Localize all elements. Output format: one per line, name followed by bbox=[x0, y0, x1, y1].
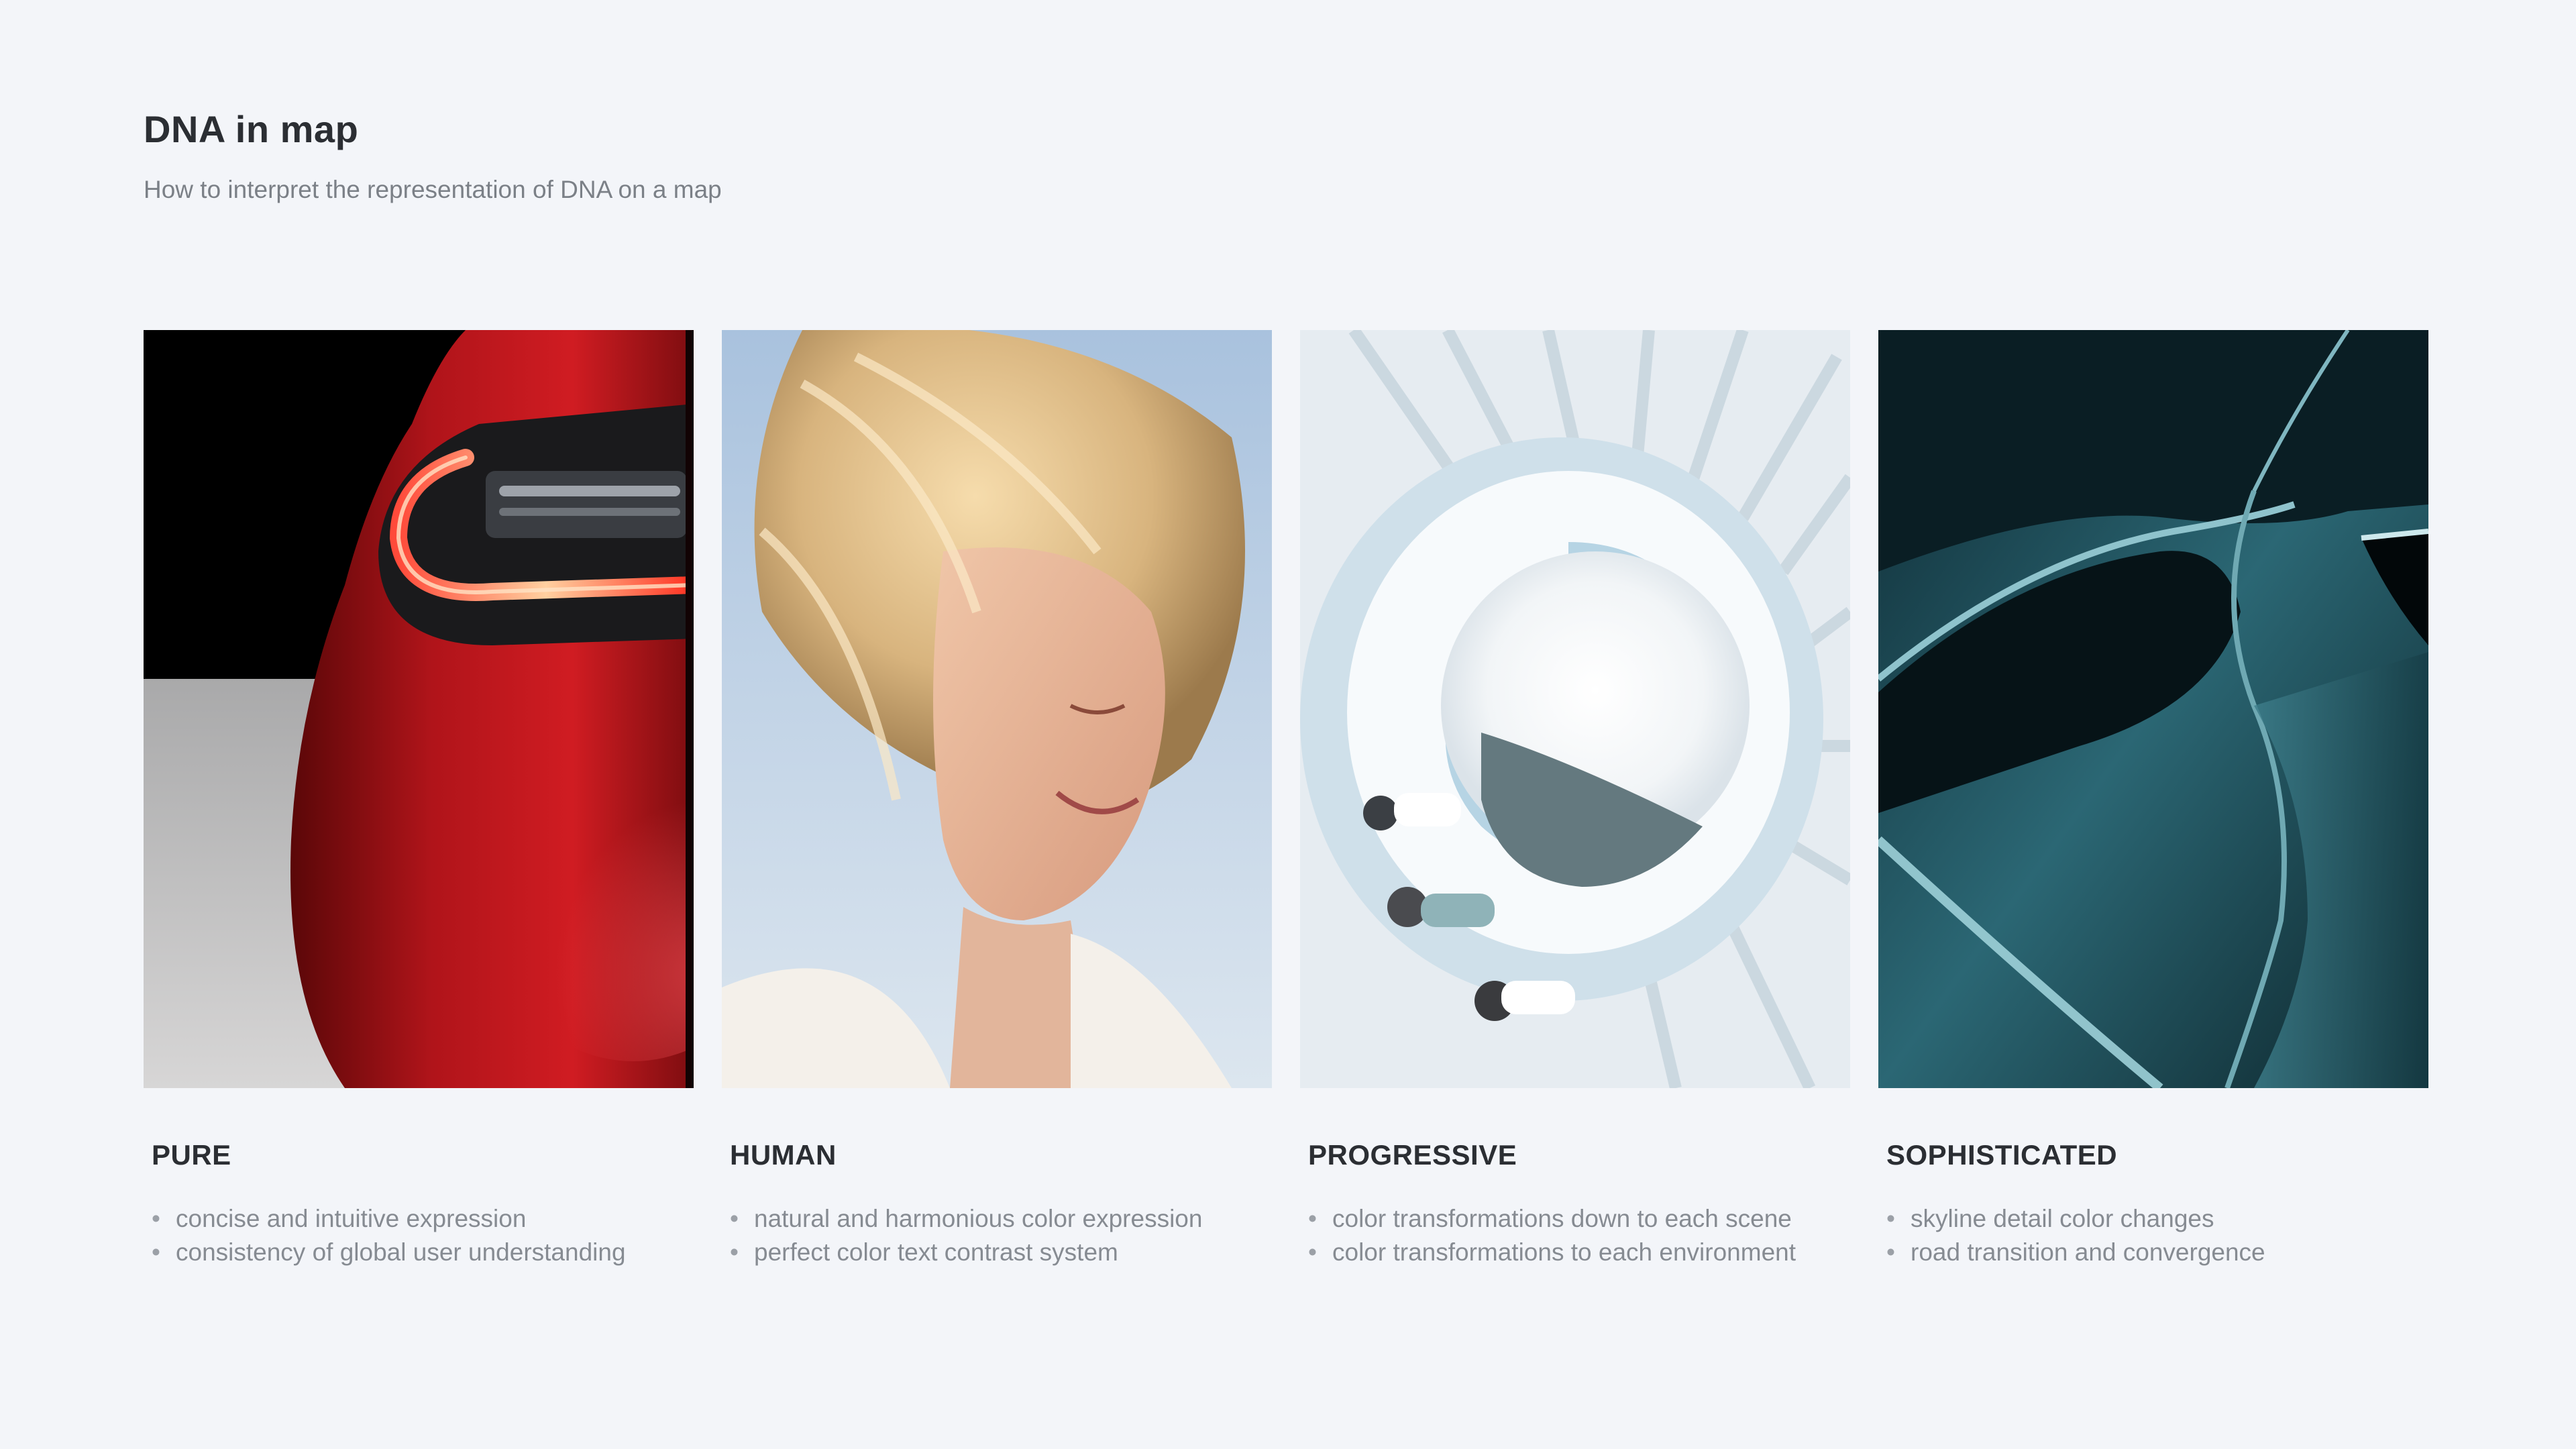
smiling-blonde-woman-photo bbox=[722, 330, 1272, 1088]
page-subtitle: How to interpret the representation of D… bbox=[144, 176, 722, 203]
card-points-progressive: color transformations down to each scene… bbox=[1308, 1202, 1885, 1269]
red-car-taillight-photo bbox=[144, 330, 694, 1088]
teal-car-body-detail-photo bbox=[1878, 330, 2428, 1088]
list-item: color transformations down to each scene bbox=[1308, 1202, 1885, 1236]
card-title-pure: PURE bbox=[152, 1139, 231, 1171]
list-item: road transition and convergence bbox=[1886, 1236, 2463, 1269]
card-pure: PURE concise and intuitive expression co… bbox=[144, 330, 694, 1269]
page-title: DNA in map bbox=[144, 108, 359, 150]
card-title-sophisticated: SOPHISTICATED bbox=[1886, 1139, 2118, 1171]
card-progressive: PROGRESSIVE color transformations down t… bbox=[1300, 330, 1850, 1269]
card-title-progressive: PROGRESSIVE bbox=[1308, 1139, 1517, 1171]
list-item: perfect color text contrast system bbox=[730, 1236, 1307, 1269]
list-item: color transformations to each environmen… bbox=[1308, 1236, 1885, 1269]
card-points-human: natural and harmonious color expression … bbox=[730, 1202, 1307, 1269]
list-item: concise and intuitive expression bbox=[152, 1202, 729, 1236]
page: DNA in map How to interpret the represen… bbox=[0, 0, 2576, 1449]
card-title-human: HUMAN bbox=[730, 1139, 837, 1171]
card-points-sophisticated: skyline detail color changes road transi… bbox=[1886, 1202, 2463, 1269]
white-spiral-staircase-photo bbox=[1300, 330, 1850, 1088]
list-item: skyline detail color changes bbox=[1886, 1202, 2463, 1236]
list-item: natural and harmonious color expression bbox=[730, 1202, 1307, 1236]
card-human: HUMAN natural and harmonious color expre… bbox=[722, 330, 1272, 1269]
card-points-pure: concise and intuitive expression consist… bbox=[152, 1202, 729, 1269]
list-item: consistency of global user understanding bbox=[152, 1236, 729, 1269]
card-sophisticated: SOPHISTICATED skyline detail color chang… bbox=[1878, 330, 2428, 1269]
